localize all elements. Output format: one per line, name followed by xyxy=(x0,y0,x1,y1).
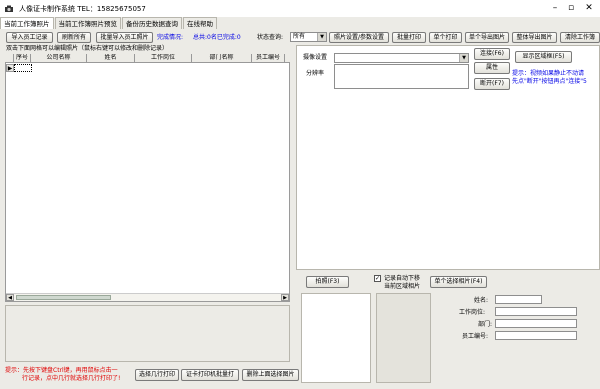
single-export-button[interactable]: 单个导出图片 xyxy=(465,32,509,43)
scroll-right-icon[interactable]: ▶ xyxy=(281,294,289,301)
col-position[interactable]: 工作岗位 xyxy=(135,54,192,62)
col-staff-no[interactable]: 员工编号 xyxy=(252,54,285,62)
tab-bar: 当前工作簿照片 当前工作簿照片预览 备份历史数据查询 在线帮助 xyxy=(0,17,600,29)
department-label: 部门: xyxy=(478,321,493,328)
auto-move-label: 记录自动下移 xyxy=(384,275,421,282)
status-query-value: 所有 xyxy=(293,33,306,40)
card-printer-batch-button[interactable]: 证卡打印机批量打 xyxy=(181,369,239,381)
col-department[interactable]: 部门名称 xyxy=(192,54,252,62)
minimize-icon[interactable]: – xyxy=(548,1,562,15)
batch-import-photos-button[interactable]: 批量导入员工照片 xyxy=(96,32,153,43)
horizontal-scrollbar[interactable]: ◀ ▶ xyxy=(6,293,289,301)
import-staff-button[interactable]: 导入员工记录 xyxy=(6,32,53,43)
completion-value: 总共:0名已完成:0 xyxy=(193,34,241,41)
col-name[interactable]: 姓名 xyxy=(87,54,135,62)
position-field[interactable] xyxy=(495,307,577,316)
auto-move-checkbox[interactable]: ✓ xyxy=(374,275,381,282)
single-print-button[interactable]: 单个打印 xyxy=(429,32,462,43)
tab-online-help[interactable]: 在线帮助 xyxy=(183,17,217,29)
staff-no-field[interactable] xyxy=(495,331,577,340)
scroll-left-icon[interactable]: ◀ xyxy=(6,294,14,301)
photo-settings-button[interactable]: 照片设置/参数设置 xyxy=(329,32,389,43)
camera-device-label: 摄像设置 xyxy=(303,54,328,61)
properties-button[interactable]: 属性 xyxy=(474,62,510,74)
grid-hint: 双击下面网格可以编辑照片（鼠标右键可以修改和删除记录） xyxy=(6,45,169,52)
completion-label: 完成情况: xyxy=(157,34,184,41)
chevron-down-icon[interactable]: ▼ xyxy=(317,33,326,41)
grid-header: 序号 公司名称 姓名 工作岗位 部门名称 员工编号 xyxy=(5,54,290,63)
maximize-icon[interactable]: ▫ xyxy=(564,1,578,15)
scroll-thumb[interactable] xyxy=(16,295,111,300)
clear-workbook-button[interactable]: 清除工作簿 xyxy=(560,32,600,43)
window-title: 人像证卡制作系统 TEL：15825675057 xyxy=(19,4,146,13)
single-select-photo-button[interactable]: 单个选择相片(F4) xyxy=(430,276,487,288)
current-area-label: 当前区域相片 xyxy=(384,283,421,290)
name-label: 姓名: xyxy=(474,297,489,304)
refresh-all-button[interactable]: 刷新所有 xyxy=(57,32,91,43)
current-row-arrow-icon: ▶ xyxy=(6,64,14,72)
delete-selected-photo-button[interactable]: 删除上面选择图片 xyxy=(242,369,299,381)
camera-tip-line2: 先点"断开"按钮再点"连接"5 xyxy=(512,78,587,85)
resolution-list[interactable] xyxy=(334,64,469,89)
close-icon[interactable]: ✕ xyxy=(582,1,596,15)
captured-photo-preview xyxy=(301,293,371,383)
connect-button[interactable]: 连接(F6) xyxy=(474,48,510,60)
name-field[interactable] xyxy=(495,295,542,304)
status-query-select[interactable]: 所有 ▼ xyxy=(290,32,327,42)
col-index[interactable]: 序号 xyxy=(14,54,31,62)
col-company[interactable]: 公司名称 xyxy=(31,54,87,62)
app-window: 人像证卡制作系统 TEL：15825675057 – ▫ ✕ 当前工作簿照片 当… xyxy=(0,0,600,389)
tab-history-query[interactable]: 备份历史数据查询 xyxy=(122,17,182,29)
status-query-label: 状态查询: xyxy=(257,34,284,41)
select-rows-print-button[interactable]: 选择几行打印 xyxy=(135,369,179,381)
tab-current-workbook-photos[interactable]: 当前工作簿照片 xyxy=(0,17,54,29)
bottom-tip-line1: 提示：先按下键盘Ctrl键，再用鼠标点击一 xyxy=(5,367,118,374)
resolution-label: 分辨率 xyxy=(306,70,325,77)
staff-no-label: 员工编号: xyxy=(462,333,489,340)
position-label: 工作岗位: xyxy=(459,309,486,316)
disconnect-button[interactable]: 断开(F7) xyxy=(474,78,510,90)
title-bar: 人像证卡制作系统 TEL：15825675057 – ▫ ✕ xyxy=(0,0,600,17)
tab-current-workbook-preview[interactable]: 当前工作簿照片预览 xyxy=(54,17,121,29)
camera-app-icon xyxy=(3,3,15,15)
take-photo-button[interactable]: 拍照(F3) xyxy=(306,276,349,288)
lower-left-panel xyxy=(5,305,290,362)
camera-tip-line1: 提示：视频如果静止不动请 xyxy=(512,70,585,77)
export-all-button[interactable]: 整体导出图片 xyxy=(512,32,557,43)
row-indicator-header xyxy=(5,54,14,62)
area-photo-preview xyxy=(376,293,431,383)
bottom-tip-line2: 行记录，点中几行就选择几行打印了! xyxy=(22,375,121,382)
department-field[interactable] xyxy=(495,319,577,328)
camera-device-select[interactable]: ▼ xyxy=(334,53,469,63)
batch-print-button[interactable]: 批量打印 xyxy=(392,32,426,43)
chevron-down-icon[interactable]: ▼ xyxy=(459,54,468,62)
staff-grid[interactable] xyxy=(5,54,290,302)
show-area-frame-button[interactable]: 显示区域框(F5) xyxy=(515,51,572,63)
selected-cell[interactable] xyxy=(14,64,32,72)
